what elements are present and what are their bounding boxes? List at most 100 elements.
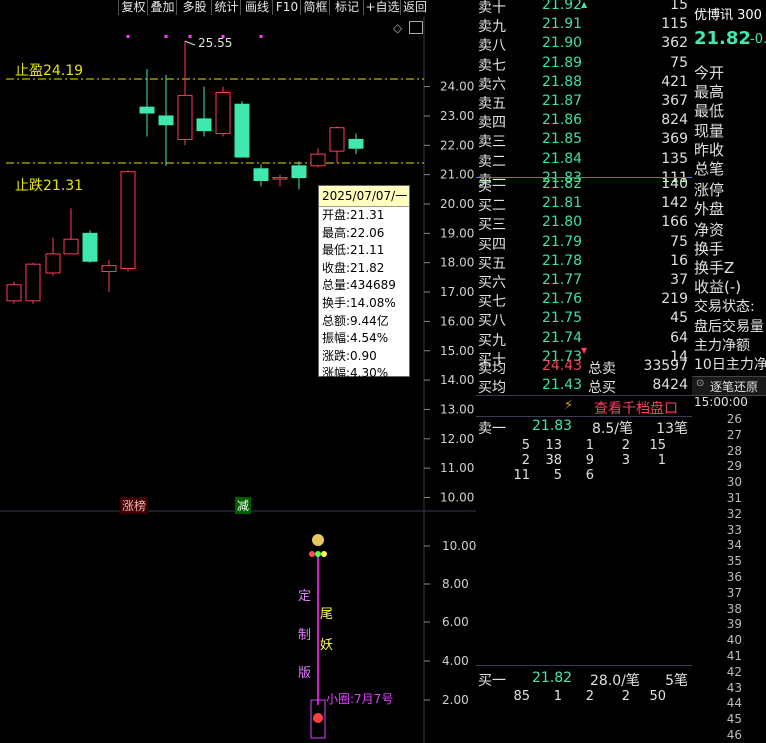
text-customized-1: 定 — [298, 589, 312, 604]
window-toggle-icon[interactable] — [409, 21, 423, 34]
buy-avg-label: 买均 — [478, 380, 506, 396]
level-volume: 115 — [661, 16, 688, 33]
price-tick-label: 15.00 — [440, 344, 474, 358]
buys-level-row[interactable]: 买四 21.79 75 — [476, 234, 692, 253]
downtick-icon: ▼ — [581, 346, 588, 355]
level-price: 21.79 — [542, 233, 583, 250]
ask-queue-cell: 2 — [521, 453, 530, 468]
quote-label: 换手 — [694, 240, 725, 258]
candle-body — [272, 177, 288, 180]
text-tail-2: 妖 — [320, 638, 334, 653]
candle-body — [196, 118, 212, 132]
current-price: 21.82 — [694, 28, 751, 49]
tick-time-row: 36 — [726, 570, 742, 584]
tooltip-row: 振幅:4.54% — [322, 331, 389, 346]
start-time: 15:00:00 — [694, 395, 748, 409]
sells-level-row[interactable]: 卖二 21.84 135 — [476, 151, 692, 170]
buys-level-row[interactable]: 买五 21.78 16 — [476, 253, 692, 272]
sells-level-row[interactable]: 卖九 21.91 115 — [476, 16, 692, 35]
book-divider — [476, 395, 692, 396]
indicator-tick-label: 10.00 — [442, 539, 476, 553]
ask-queue-cell: 5 — [553, 468, 562, 483]
level-label: 卖八 — [478, 38, 506, 55]
small-circle-label: 小圈:7月7号 — [326, 692, 394, 706]
tick-time-row: 40 — [726, 633, 742, 648]
toolbar-button-6[interactable]: 简框 — [300, 0, 330, 15]
toolbar-button-5[interactable]: F10 — [272, 0, 301, 15]
candle-body — [177, 94, 193, 140]
quote-label: 现量 — [694, 122, 725, 140]
tick-time-row: 27 — [726, 427, 742, 442]
toolbar-button-9[interactable]: 返回 — [400, 0, 429, 15]
level-volume: 362 — [661, 35, 688, 52]
high-marker-arrow — [184, 40, 196, 46]
level-volume: 37 — [670, 272, 688, 288]
uptick-icon: ▲ — [581, 0, 588, 9]
ask1-price: 21.83 — [532, 418, 573, 434]
tick-time-row: 38 — [726, 601, 742, 616]
level-price: 21.81 — [542, 195, 583, 212]
tick-restore-bar[interactable]: ⊙ 逐笔还原 — [692, 376, 766, 396]
tooltip-date: 2025/07/07/一 — [319, 186, 409, 207]
ball-icon — [321, 551, 327, 557]
quote-label: 交易状态: — [694, 299, 755, 315]
ask-queue-cell: 6 — [585, 468, 594, 483]
toolbar-button-2[interactable]: 多股 — [176, 0, 212, 15]
signal-dot — [259, 35, 263, 38]
toolbar-button-4[interactable]: 画线 — [240, 0, 273, 15]
level-price: 21.74 — [542, 329, 583, 346]
toolbar-button-0[interactable]: 复权 — [118, 0, 148, 15]
ask-queue-cell: 1 — [585, 438, 594, 453]
quote-label: 换手Z — [694, 259, 735, 277]
bid-queue-cell: 85 — [513, 689, 530, 704]
toolbar-button-3[interactable]: 统计 — [211, 0, 241, 15]
tick-time-row: 28 — [726, 443, 742, 458]
candle-tooltip: 2025/07/07/一 开盘:21.31 最高:22.06 最低:21.11 收盘:… — [318, 185, 410, 380]
text-tail-1: 尾 — [320, 607, 334, 622]
sells-level-row[interactable]: 卖五 21.87 367 — [476, 93, 692, 112]
tooltip-row: 开盘:21.31 — [322, 208, 385, 222]
quote-label: 净资 — [694, 221, 725, 239]
price-tick-label: 20.00 — [440, 197, 474, 211]
sells-level-row[interactable]: 卖四 21.86 824 — [476, 112, 692, 131]
buy-avg-price: 21.43 — [542, 377, 583, 393]
buys-level-row[interactable]: 买七 21.76 219 — [476, 291, 692, 310]
tick-time-row: 33 — [726, 522, 742, 537]
toolbar-button-1[interactable]: 叠加 — [147, 0, 177, 15]
level-volume: 45 — [670, 310, 688, 327]
level-volume: 219 — [661, 291, 688, 308]
price-tick-label: 23.00 — [440, 109, 474, 123]
level-volume: 824 — [661, 112, 688, 129]
sells-level-row[interactable]: 卖三 21.85 369 — [476, 131, 692, 150]
tooltip-row: 最低:21.11 — [322, 243, 385, 258]
level-price: 21.77 — [542, 272, 583, 288]
buys-level-row[interactable]: 买一 21.82 140 — [476, 176, 692, 195]
level-label: 卖六 — [478, 76, 506, 93]
level-volume: 75 — [670, 233, 688, 250]
buys-level-row[interactable]: 买六 21.77 37 — [476, 272, 692, 291]
ball-icon — [315, 551, 321, 557]
indicator-tick-label: 6.00 — [442, 615, 469, 629]
sells-level-row[interactable]: 卖六 21.88 421 — [476, 74, 692, 93]
quote-label: 主力净额 — [694, 338, 750, 354]
buys-level-row[interactable]: 买八 21.75 45 — [476, 310, 692, 329]
tick-time-row: 32 — [726, 506, 742, 521]
thousand-orders-link[interactable]: 查看千档盘口 — [594, 398, 678, 418]
diamond-icon[interactable]: ◇ — [393, 21, 402, 35]
buys-level-row[interactable]: 买三 21.80 166 — [476, 214, 692, 233]
toolbar-button-8[interactable]: +自选 — [363, 0, 401, 15]
level-label: 买三 — [478, 217, 506, 234]
toolbar-button-7[interactable]: 标记 — [329, 0, 364, 15]
sells-level-row[interactable]: 卖七 21.89 75 — [476, 55, 692, 74]
price-tick-label: 22.00 — [440, 138, 474, 152]
indicator-tick-label: 8.00 — [442, 577, 469, 591]
quote-label: 最高 — [694, 83, 725, 101]
level-label: 卖二 — [478, 153, 506, 170]
sells-level-row[interactable]: 卖八 21.90 362 — [476, 35, 692, 54]
tick-time-row: 30 — [726, 475, 742, 490]
bid-queue-cell: 2 — [621, 689, 630, 704]
reduce-badge: 减 — [235, 497, 252, 514]
ask-queue-cell: 38 — [545, 453, 562, 468]
level-price: 21.90 — [542, 35, 583, 52]
buys-level-row[interactable]: 买二 21.81 142 — [476, 195, 692, 214]
